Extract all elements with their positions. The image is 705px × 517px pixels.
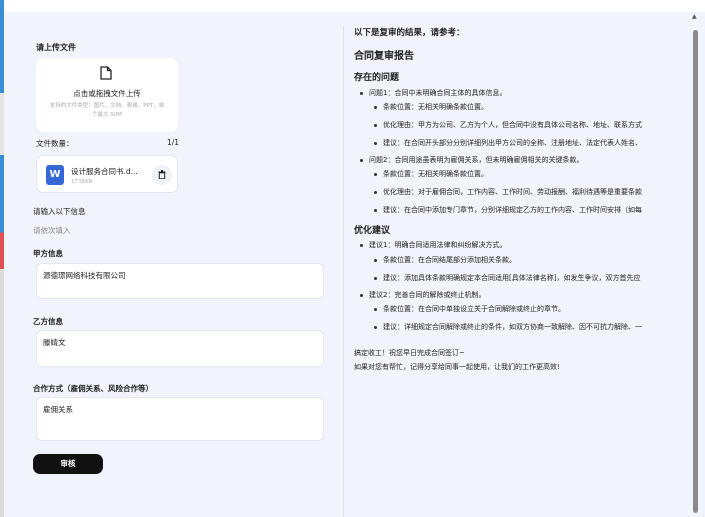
word-file-icon: W — [46, 165, 64, 185]
info-title: 请输入以下信息 — [33, 207, 86, 216]
scroll-up-arrow-icon[interactable]: ▲ — [692, 13, 697, 20]
bullet — [374, 124, 377, 127]
bullet — [374, 191, 377, 194]
issue-2: 问题2：合同用途虽表明为雇佣关系，但未明确雇佣相关的关键条款。 — [369, 156, 584, 164]
optimization-heading: 优化建议 — [354, 226, 391, 236]
upload-section-label: 请上传文件 — [36, 43, 76, 52]
input-panel: 请上传文件 点击或拖拽文件上传 支持的文件类型：图片、文档、表格、PPT，单个最… — [20, 26, 342, 517]
bullet — [374, 277, 377, 280]
panel-divider — [343, 26, 344, 517]
bullet — [360, 244, 363, 247]
issue-2-reason: 优化理由：对于雇佣合同，工作内容、工作时间、劳动报酬、福利待遇等是重要条款 — [383, 188, 642, 196]
share-message: 如果对您有帮忙，记得分享给同事一起使用，让我们的工作更高效! — [354, 363, 560, 371]
suggestion-2-position: 条款位置：在合同中单独设立关于合同解除或终止的章节。 — [383, 305, 565, 313]
file-count-value: 1/1 — [167, 138, 180, 147]
upload-hint: 支持的文件类型：图片、文档、表格、PPT，单个最大 50M — [49, 103, 165, 118]
bullet — [360, 294, 363, 297]
result-panel: 以下是复审的结果，请参考： 合同复审报告 存在的问题 问题1：合同中未明确合同主… — [352, 26, 682, 517]
bullet — [374, 209, 377, 212]
issue-1: 问题1：合同中未明确合同主体的具体信息。 — [369, 89, 507, 97]
cooperation-label: 合作方式（雇佣关系、风险合作等） — [33, 384, 153, 393]
document-icon — [100, 66, 112, 82]
browser-edge-strip — [0, 0, 4, 517]
file-name: 设计服务合同书.d... — [71, 167, 138, 176]
closing-message: 搞定收工！祝您早日完成合同签订~ — [354, 349, 465, 357]
bullet — [360, 92, 363, 95]
bullet — [374, 142, 377, 145]
file-size: 17.56KB — [71, 179, 93, 185]
upload-title: 点击或拖拽文件上传 — [73, 89, 141, 98]
party-b-label: 乙方信息 — [33, 317, 63, 326]
issue-1-reason: 优化理由：甲方为公司、乙方为个人，但合同中没有具体公司名称、地址、联系方式 — [383, 121, 642, 129]
bullet — [360, 159, 363, 162]
trash-icon — [158, 170, 166, 182]
suggestion-1: 建议1：明确合同适用法律和纠纷解决方式。 — [369, 241, 507, 249]
file-count-label: 文件数量： — [36, 139, 74, 148]
file-upload-dropzone[interactable]: 点击或拖拽文件上传 支持的文件类型：图片、文档、表格、PPT，单个最大 50M — [36, 58, 178, 132]
bullet — [374, 308, 377, 311]
issue-1-suggestion: 建议：在合同开头部分分别详细列出甲方公司的全称、注册地址、法定代表人姓名、 — [383, 139, 642, 147]
scrollbar[interactable] — [693, 30, 698, 513]
issues-heading: 存在的问题 — [354, 73, 400, 83]
suggestion-1-position: 条款位置：在合同结尾部分添加相关条款。 — [383, 256, 516, 264]
issue-2-position: 条款位置：无相关明确条款位置。 — [383, 170, 488, 178]
bullet — [374, 259, 377, 262]
bullet — [374, 173, 377, 176]
report-title: 合同复审报告 — [354, 51, 414, 62]
uploaded-file-card: W 设计服务合同书.d... 17.56KB — [36, 155, 178, 193]
issue-1-position: 条款位置：无相关明确条款位置。 — [383, 103, 488, 111]
bullet — [374, 106, 377, 109]
review-submit-button[interactable]: 审核 — [33, 454, 103, 474]
suggestion-2-detail: 建议：详细规定合同解除或终止的条件，如双方协商一致解除、因不可抗力解除、一 — [383, 323, 642, 331]
cooperation-field[interactable]: 雇佣关系 — [36, 397, 324, 441]
suggestion-1-detail: 建议：添加具体条款明确规定本合同适用[具体法律名称]，如发生争议，双方首先应 — [383, 274, 641, 282]
issue-2-suggestion: 建议：在合同中添加专门章节，分别详细规定乙方的工作内容、工作时间安排（如每 — [383, 206, 642, 214]
bullet — [374, 326, 377, 329]
result-intro: 以下是复审的结果，请参考： — [354, 28, 465, 38]
info-subtitle: 请依次填入 — [33, 226, 71, 235]
party-a-field[interactable]: 源德璟网络科技有限公司 — [36, 263, 324, 299]
suggestion-2: 建议2：完善合同的解除或终止机制。 — [369, 291, 486, 299]
delete-file-button[interactable] — [152, 165, 172, 185]
party-a-label: 甲方信息 — [33, 249, 63, 258]
party-b-field[interactable]: 滕婧文 — [36, 330, 324, 367]
top-bar — [4, 0, 705, 12]
